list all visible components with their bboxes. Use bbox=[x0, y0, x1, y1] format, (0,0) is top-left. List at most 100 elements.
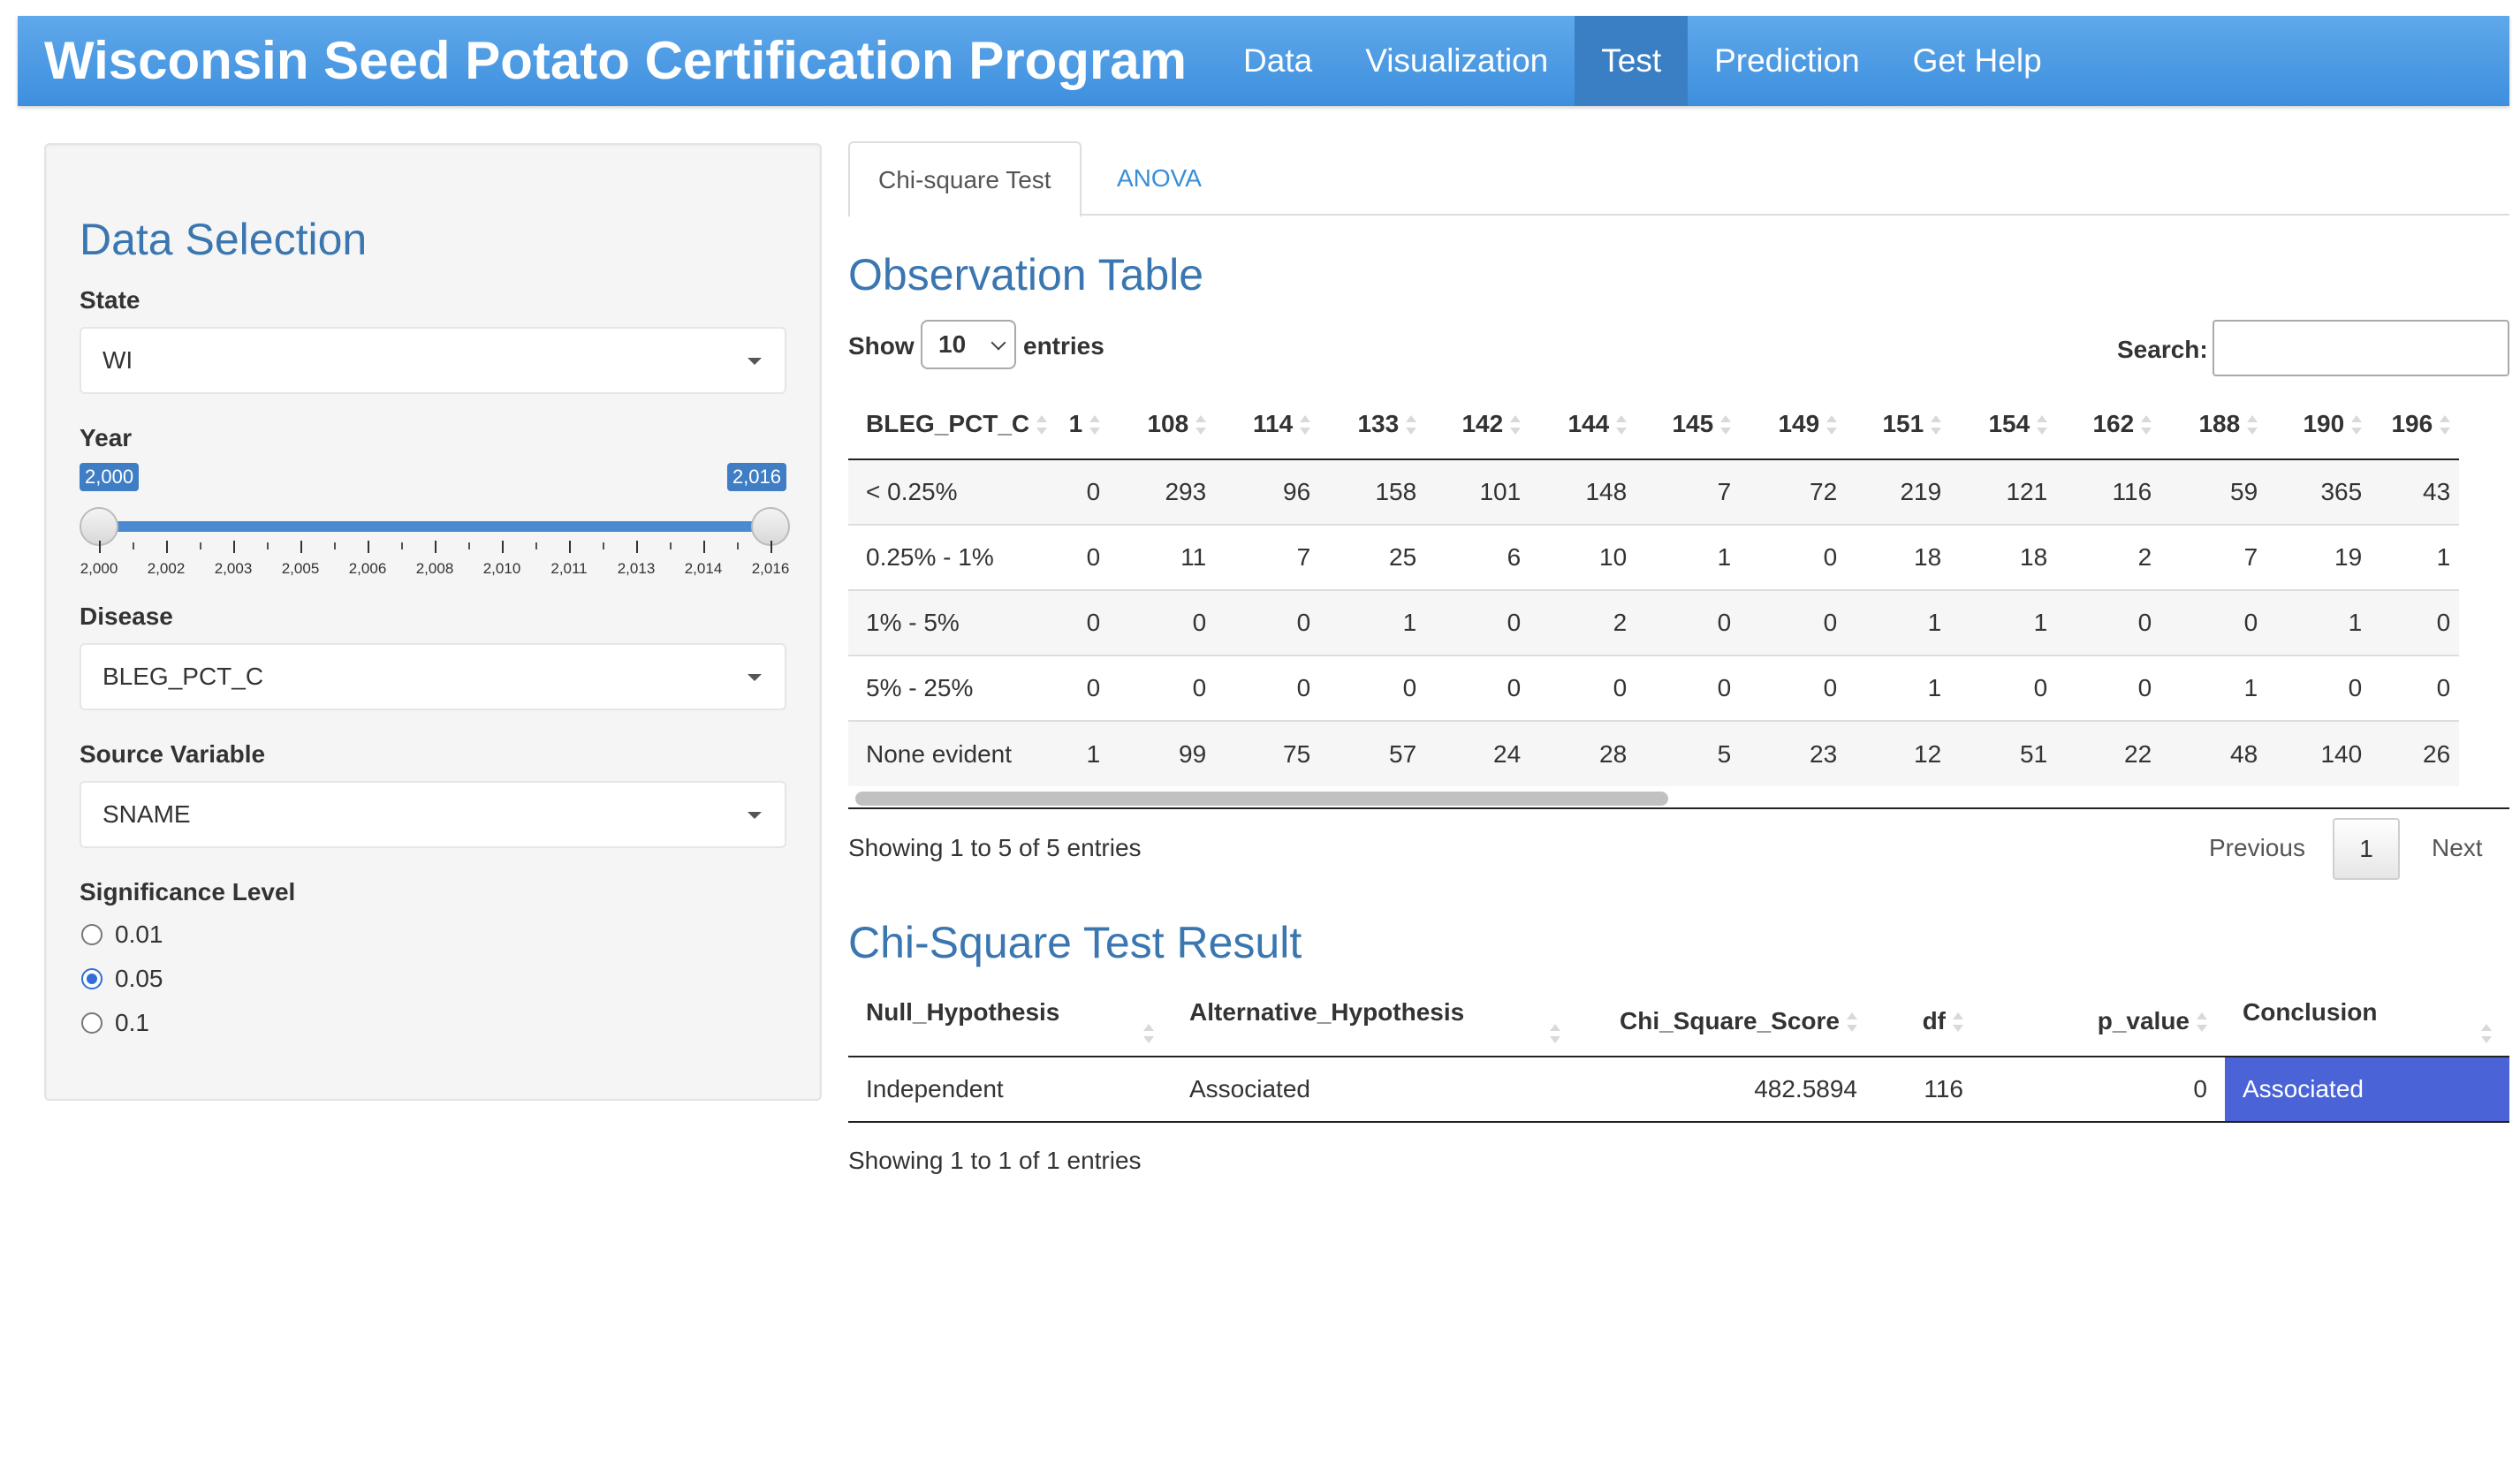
table-cell: 22 bbox=[2056, 720, 2161, 786]
col-df[interactable]: df bbox=[1875, 986, 1981, 1057]
show-label: Show bbox=[848, 332, 915, 360]
column-header[interactable]: 133 bbox=[1319, 389, 1426, 460]
col-p-value[interactable]: p_value bbox=[1981, 986, 2225, 1057]
source-variable-select[interactable]: SNAME bbox=[80, 781, 786, 848]
nav-visualization[interactable]: Visualization bbox=[1339, 16, 1575, 106]
col-conclusion[interactable]: Conclusion bbox=[2225, 986, 2509, 1057]
disease-select[interactable]: BLEG_PCT_C bbox=[80, 643, 786, 710]
page-length-value: 10 bbox=[938, 330, 967, 358]
search-input[interactable] bbox=[2213, 320, 2509, 376]
col-alternative-hypothesis[interactable]: Alternative_Hypothesis bbox=[1172, 986, 1578, 1057]
tab-chi-square[interactable]: Chi-square Test bbox=[848, 141, 1082, 217]
table-cell: 7 bbox=[1636, 458, 1741, 525]
table-cell: 0 bbox=[2056, 589, 2161, 655]
tab-bar: Chi-square Test ANOVA bbox=[848, 141, 2509, 217]
column-header[interactable]: 145 bbox=[1636, 389, 1741, 460]
state-select[interactable]: WI bbox=[80, 327, 786, 394]
column-header[interactable]: BLEG_PCT_C bbox=[848, 389, 1057, 460]
slider-tick-label: 2,003 bbox=[214, 560, 253, 577]
previous-button[interactable]: Previous bbox=[2209, 834, 2305, 862]
radio-circle[interactable] bbox=[81, 924, 102, 945]
table-row: None evident 1 99 75 57 24 28 5 23 12 51 22 48 140 26 bbox=[848, 720, 2460, 786]
table-cell: 0 bbox=[1109, 589, 1216, 655]
slider-tick-label: 2,005 bbox=[281, 560, 320, 577]
table-cell: 24 bbox=[1425, 720, 1530, 786]
slider-tick bbox=[636, 541, 638, 553]
table-cell: 12 bbox=[1846, 720, 1951, 786]
table-cell: 148 bbox=[1529, 458, 1636, 525]
slider-tick bbox=[670, 542, 672, 549]
slider-track[interactable] bbox=[99, 521, 770, 532]
horizontal-scrollbar[interactable] bbox=[848, 788, 2509, 809]
column-header[interactable]: 154 bbox=[1950, 389, 2057, 460]
col-null-hypothesis[interactable]: Null_Hypothesis bbox=[848, 986, 1172, 1057]
table-cell: 57 bbox=[1319, 720, 1426, 786]
radio-option-0-01[interactable]: 0.01 bbox=[81, 921, 163, 949]
table-cell: 6 bbox=[1425, 524, 1530, 590]
source-variable-label: Source Variable bbox=[80, 740, 266, 768]
slider-tick bbox=[334, 542, 336, 549]
row-label-cell: 5% - 25% bbox=[848, 655, 1057, 721]
column-header[interactable]: 188 bbox=[2160, 389, 2267, 460]
table-cell: 0 bbox=[1056, 589, 1110, 655]
table-cell: 0 bbox=[1215, 589, 1320, 655]
nav-prediction[interactable]: Prediction bbox=[1688, 16, 1886, 106]
column-header[interactable]: 151 bbox=[1846, 389, 1951, 460]
nav-data[interactable]: Data bbox=[1217, 16, 1339, 106]
table-cell: 116 bbox=[2056, 458, 2161, 525]
column-header[interactable]: 190 bbox=[2266, 389, 2372, 460]
column-header[interactable]: 196 bbox=[2371, 389, 2460, 460]
column-header[interactable]: 1 bbox=[1056, 389, 1110, 460]
page-1-button[interactable]: 1 bbox=[2333, 818, 2400, 880]
column-header[interactable]: 142 bbox=[1425, 389, 1530, 460]
slider-tick bbox=[737, 542, 739, 549]
column-header[interactable]: 114 bbox=[1215, 389, 1320, 460]
slider-tick-label: 2,000 bbox=[80, 560, 118, 577]
col-chi-square-score[interactable]: Chi_Square_Score bbox=[1578, 986, 1875, 1057]
table-cell: 293 bbox=[1109, 458, 1216, 525]
table-cell: 75 bbox=[1215, 720, 1320, 786]
table-cell: 0 bbox=[1056, 655, 1110, 721]
table-cell: 59 bbox=[2160, 458, 2267, 525]
page-length-select[interactable]: 10 bbox=[921, 320, 1016, 369]
year-min-bubble: 2,000 bbox=[80, 463, 140, 491]
nav-get-help[interactable]: Get Help bbox=[1886, 16, 2068, 106]
table-row: < 0.25% 0 293 96 158 101 148 7 72 219 121 116 59 365 4… bbox=[848, 458, 2460, 525]
column-header[interactable]: 162 bbox=[2056, 389, 2161, 460]
radio-circle-checked[interactable] bbox=[81, 968, 102, 989]
sort-icon bbox=[1143, 1023, 1154, 1044]
column-header[interactable]: 108 bbox=[1109, 389, 1216, 460]
year-label: Year bbox=[80, 424, 133, 451]
scrollbar-thumb[interactable] bbox=[855, 792, 1668, 806]
tab-anova[interactable]: ANOVA bbox=[1089, 141, 1230, 216]
panel-title: Data Selection bbox=[80, 215, 368, 264]
app-brand[interactable]: Wisconsin Seed Potato Certification Prog… bbox=[18, 16, 1217, 106]
table-cell: 365 bbox=[2266, 458, 2372, 525]
next-button[interactable]: Next bbox=[2432, 834, 2483, 862]
sort-icon bbox=[2351, 414, 2363, 436]
search-label: Search: bbox=[2117, 336, 2208, 363]
sort-icon bbox=[1195, 414, 1207, 436]
table-cell: 19 bbox=[2266, 524, 2372, 590]
nav-test[interactable]: Test bbox=[1575, 16, 1689, 106]
slider-tick-label: 2,006 bbox=[348, 560, 387, 577]
state-label: State bbox=[80, 286, 140, 314]
radio-circle[interactable] bbox=[81, 1012, 102, 1034]
radio-label: 0.1 bbox=[115, 1009, 149, 1036]
column-header[interactable]: 144 bbox=[1529, 389, 1636, 460]
column-header[interactable]: 149 bbox=[1740, 389, 1847, 460]
table-cell: 43 bbox=[2371, 458, 2460, 525]
slider-tick bbox=[401, 542, 403, 549]
table-cell: 0 bbox=[1740, 524, 1847, 590]
slider-tick-label: 2,011 bbox=[550, 560, 588, 577]
observation-table: BLEG_PCT_C 1 108 114 133 142 144 145 149 151 154 16… bbox=[848, 389, 2460, 786]
table-cell: 18 bbox=[1950, 524, 2057, 590]
sort-icon bbox=[2141, 414, 2152, 436]
result-info: Showing 1 to 1 of 1 entries bbox=[848, 1147, 1142, 1174]
sort-icon bbox=[1550, 1023, 1560, 1044]
radio-option-0-05[interactable]: 0.05 bbox=[81, 965, 163, 993]
table-body: < 0.25% 0 293 96 158 101 148 7 72 219 121 116 59 365 4… bbox=[848, 458, 2460, 786]
radio-option-0-1[interactable]: 0.1 bbox=[81, 1009, 149, 1037]
year-range-slider[interactable]: 2,000 2,016 2,000 2,002 2,003 2,005 2,006 2,0… bbox=[80, 463, 790, 577]
row-label-cell: None evident bbox=[848, 720, 1057, 786]
